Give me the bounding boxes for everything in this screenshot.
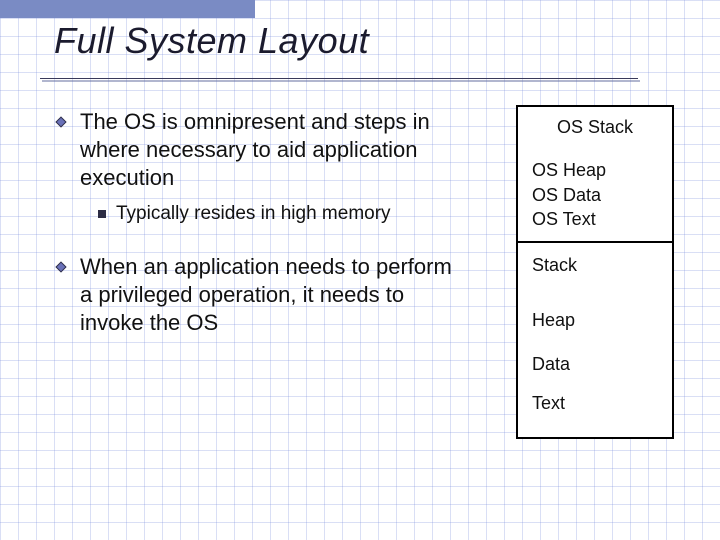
segment-label: OS Text: [532, 207, 660, 231]
title-underline: [40, 78, 638, 80]
bullet-text: The OS is omnipresent and steps in where…: [80, 109, 430, 190]
content-area: The OS is omnipresent and steps in where…: [54, 108, 469, 348]
segment-label: OS Data: [532, 183, 660, 207]
bullet-item: The OS is omnipresent and steps in where…: [54, 108, 469, 192]
segment-label: Text: [532, 391, 660, 415]
segment-label: OS Heap: [532, 158, 660, 182]
bullet-text: When an application needs to perform a p…: [80, 254, 452, 335]
segment-label: Data: [532, 352, 660, 376]
sub-bullet-item: Typically resides in high memory: [98, 202, 469, 227]
sub-bullet-text: Typically resides in high memory: [116, 203, 391, 224]
diagram-segment-os-region: OS Heap OS Data OS Text: [518, 153, 672, 243]
diagram-segment-stack: Stack: [518, 243, 672, 303]
segment-label: OS Stack: [530, 115, 660, 139]
segment-label: Heap: [532, 308, 660, 332]
slide: Full System Layout The OS is omnipresent…: [0, 0, 720, 540]
square-bullet-icon: [98, 210, 106, 218]
diagram-segment-os-stack: OS Stack: [518, 107, 672, 153]
slide-title: Full System Layout: [54, 20, 369, 62]
diamond-bullet-icon: [54, 260, 68, 274]
segment-label: Stack: [532, 253, 660, 277]
memory-layout-diagram: OS Stack OS Heap OS Data OS Text Stack H…: [516, 105, 674, 439]
diagram-segment-text: Text: [518, 386, 672, 437]
diagram-segment-data: Data: [518, 347, 672, 386]
diagram-segment-heap: Heap: [518, 303, 672, 346]
diamond-bullet-icon: [54, 115, 68, 129]
bullet-item: When an application needs to perform a p…: [54, 253, 469, 337]
decorative-top-bar: [0, 0, 255, 18]
